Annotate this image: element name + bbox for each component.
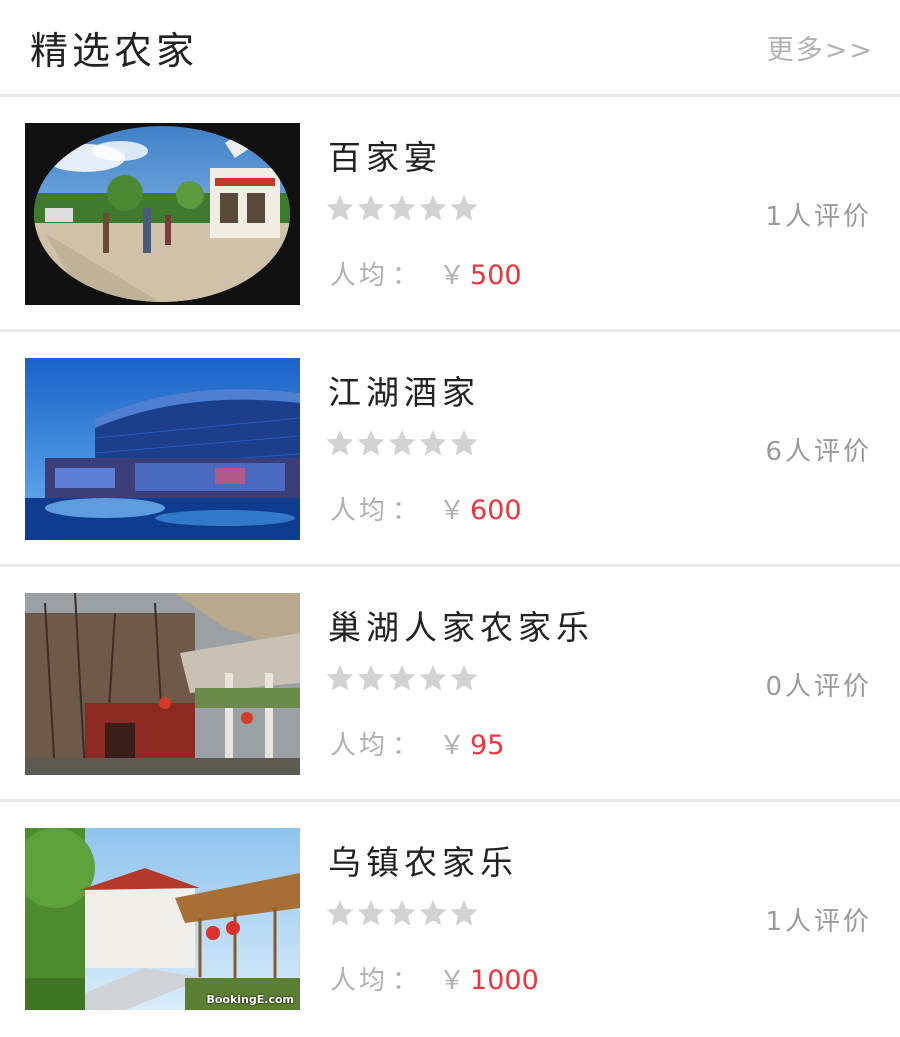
avg-label: 人均 (330, 496, 389, 526)
price-value: 600 (470, 495, 522, 526)
star-icon (450, 429, 478, 456)
star-icon (357, 194, 385, 221)
average-price: 人均： ￥ 600 (330, 490, 522, 527)
star-icon (388, 899, 416, 926)
star-icon (419, 429, 447, 456)
list-item[interactable]: 江湖酒家 6人评价 人均： ￥ 600 (0, 332, 900, 567)
section-title: 精选农家 (30, 28, 199, 73)
star-icon (450, 664, 478, 691)
star-icon (357, 899, 385, 926)
thumbnail-image[interactable] (25, 123, 300, 305)
watermark: BookingE.com (206, 993, 294, 1006)
currency-symbol: ￥ (439, 496, 469, 526)
star-icon (326, 664, 354, 691)
thumbnail-image[interactable] (25, 358, 300, 540)
review-count: 0人评价 (765, 672, 872, 702)
currency-symbol: ￥ (439, 966, 469, 996)
review-count: 6人评价 (765, 437, 872, 467)
item-name[interactable]: 乌镇农家乐 (328, 836, 518, 884)
farmhouse-list: 百家宴 1人评价 人均： ￥ 500 江湖酒家 6人评价 人均 ： ￥ 600 … (0, 97, 900, 1037)
review-count: 1人评价 (765, 202, 872, 232)
price-value: 1000 (470, 965, 539, 996)
avg-separator: ： (392, 496, 422, 526)
star-icon (388, 664, 416, 691)
section-header: 精选农家 更多>> (0, 0, 900, 97)
rating-stars (325, 898, 479, 928)
price-value: 95 (470, 730, 505, 761)
price-value: 500 (470, 260, 522, 291)
average-price: 人均： ￥ 95 (330, 725, 504, 762)
star-icon (357, 664, 385, 691)
thumbnail-image[interactable]: BookingE.com (25, 828, 300, 1010)
avg-separator: ： (392, 261, 422, 291)
star-icon (326, 899, 354, 926)
item-name[interactable]: 巢湖人家农家乐 (328, 601, 594, 649)
avg-separator: ： (392, 731, 422, 761)
more-link[interactable]: 更多>> (767, 28, 874, 67)
list-item[interactable]: 百家宴 1人评价 人均： ￥ 500 (0, 97, 900, 332)
star-icon (326, 194, 354, 221)
rating-stars (325, 663, 479, 693)
thumbnail-image[interactable] (25, 593, 300, 775)
star-icon (450, 899, 478, 926)
star-icon (419, 664, 447, 691)
currency-symbol: ￥ (439, 731, 469, 761)
list-item[interactable]: 巢湖人家农家乐 0人评价 人均： ￥ 95 (0, 567, 900, 802)
star-icon (326, 429, 354, 456)
rating-stars (325, 193, 479, 223)
item-name[interactable]: 百家宴 (328, 131, 442, 179)
review-count: 1人评价 (765, 907, 872, 937)
currency-symbol: ￥ (439, 261, 469, 291)
star-icon (388, 429, 416, 456)
star-icon (450, 194, 478, 221)
avg-label: 人均 (330, 261, 389, 291)
star-icon (357, 429, 385, 456)
star-icon (388, 194, 416, 221)
list-item[interactable]: BookingE.com 乌镇农家乐 1人评价 人均： ￥ 1000 (0, 802, 900, 1037)
average-price: 人均： ￥ 1000 (330, 960, 539, 997)
average-price: 人均： ￥ 500 (330, 255, 522, 292)
star-icon (419, 194, 447, 221)
avg-separator: ： (392, 966, 422, 996)
avg-label: 人均 (330, 966, 389, 996)
item-name[interactable]: 江湖酒家 (328, 366, 480, 414)
rating-stars (325, 428, 479, 458)
star-icon (419, 899, 447, 926)
avg-label: 人均 (330, 731, 389, 761)
